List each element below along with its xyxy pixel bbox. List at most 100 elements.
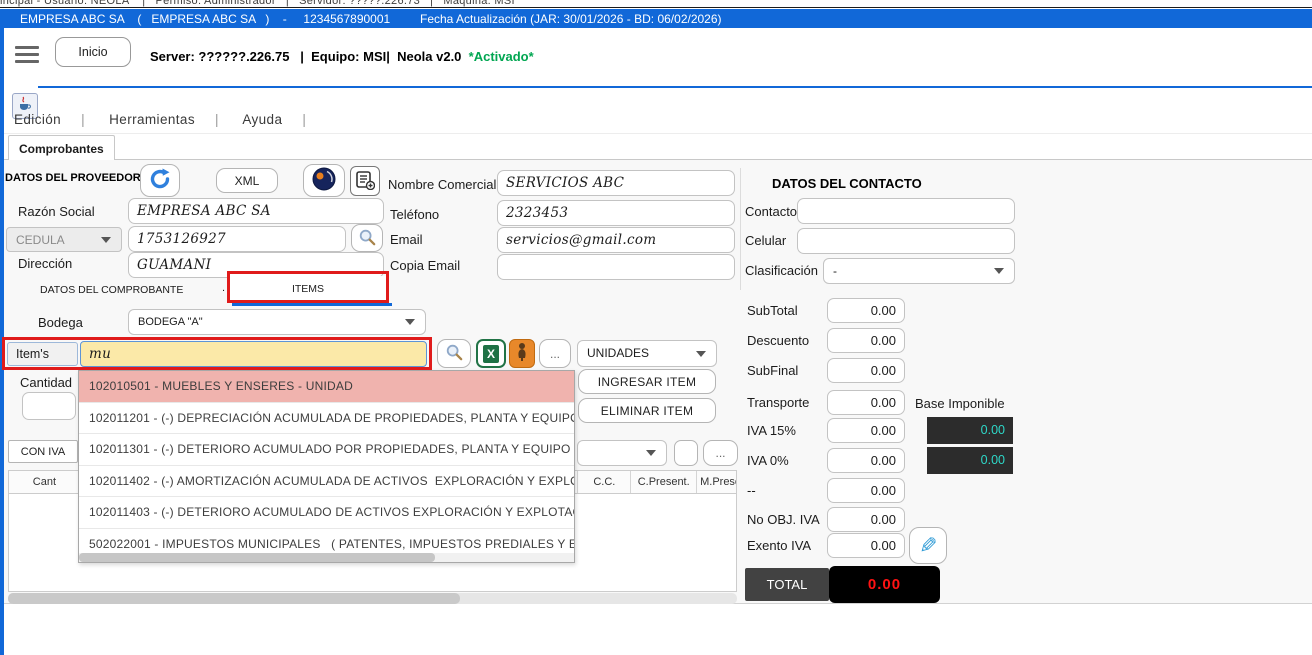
new-form-button[interactable] — [350, 166, 380, 196]
subtotal-label: SubTotal — [747, 298, 798, 323]
server-info-text: Server: ??????.226.75 | Equipo: MSI| Neo… — [150, 49, 469, 64]
suggestion-item[interactable]: 102011201 - (-) DEPRECIACIÓN ACUMULADA D… — [79, 402, 574, 434]
tab-strip: Comprobantes — [4, 133, 1312, 160]
chevron-down-icon — [101, 237, 111, 243]
header-divider — [38, 86, 1312, 88]
base-imponible-iva0: 0.00 — [927, 447, 1013, 474]
excel-icon — [483, 345, 499, 363]
transporte-label: Transporte — [747, 390, 809, 415]
copia-email-label: Copia Email — [390, 258, 460, 273]
cantidad-input[interactable] — [22, 392, 76, 420]
menu-separator: | — [81, 112, 85, 127]
item-more-button[interactable]: ... — [539, 339, 571, 368]
iva15-value[interactable]: 0.00 — [827, 418, 905, 443]
item-search-button[interactable] — [437, 339, 471, 368]
unidades-select[interactable]: UNIDADES — [577, 340, 717, 367]
con-iva-toggle[interactable]: CON IVA — [8, 440, 78, 463]
search-icon — [445, 343, 463, 364]
iva0-value[interactable]: 0.00 — [827, 448, 905, 473]
xml-button[interactable]: XML — [216, 168, 278, 193]
row-more-button[interactable]: ... — [703, 440, 738, 466]
scrollbar-thumb[interactable] — [79, 553, 435, 562]
contacto-field[interactable] — [797, 198, 1015, 224]
razon-social-field[interactable]: EMPRESA ABC SA — [128, 198, 384, 224]
suggestion-item[interactable]: 102011402 - (-) AMORTIZACIÓN ACUMULADA D… — [79, 465, 574, 497]
totals-row: SubTotal 0.00 — [747, 298, 907, 323]
table-horizontal-scrollbar — [8, 593, 737, 604]
row-blank-button[interactable] — [674, 440, 698, 466]
menu-separator: | — [302, 112, 306, 127]
title-update-date: Fecha Actualización (JAR: 30/01/2026 - B… — [420, 12, 722, 26]
nombre-comercial-field[interactable]: SERVICIOS ABC — [497, 170, 735, 196]
items-label: Item's — [7, 342, 78, 366]
globe-button[interactable] — [303, 164, 345, 197]
person-button[interactable] — [509, 339, 535, 368]
base-imponible-iva15: 0.00 — [927, 417, 1013, 444]
dash-row-value[interactable]: 0.00 — [827, 478, 905, 503]
eliminar-item-button[interactable]: ELIMINAR ITEM — [578, 398, 716, 423]
tipo-identificacion-select[interactable]: CEDULA — [6, 227, 122, 252]
subfinal-value[interactable]: 0.00 — [827, 358, 905, 383]
excel-export-button[interactable] — [476, 339, 506, 368]
contacto-label: Contacto — [745, 204, 797, 219]
menu-bar: Edición| Herramientas| Ayuda| — [14, 112, 326, 132]
exento-iva-value[interactable]: 0.00 — [827, 533, 905, 558]
dark-globe-icon — [311, 166, 337, 195]
menu-ayuda[interactable]: Ayuda — [242, 112, 282, 127]
exento-iva-label: Exento IVA — [747, 533, 811, 558]
desktop-status-bar: incipal - Usuario: NEOLA | Permiso: Admi… — [0, 0, 1312, 8]
subfinal-label: SubFinal — [747, 358, 798, 383]
section-divider — [740, 168, 741, 290]
column-header-cc[interactable]: C.C. — [577, 471, 631, 493]
suggestion-item[interactable]: 102011403 - (-) DETERIORO ACUMULADO DE A… — [79, 496, 574, 528]
descuento-value[interactable]: 0.00 — [827, 328, 905, 353]
hamburger-menu-icon[interactable] — [15, 46, 41, 66]
email-field[interactable]: servicios@gmail.com — [497, 227, 735, 253]
scrollbar-thumb[interactable] — [8, 593, 460, 604]
bodega-select[interactable]: BODEGA "A" — [128, 309, 426, 335]
column-header-cant[interactable]: Cant — [9, 471, 81, 493]
razon-social-label: Razón Social — [18, 204, 95, 219]
menu-herramientas[interactable]: Herramientas — [109, 112, 195, 127]
title-company: EMPRESA ABC SA ( EMPRESA ABC SA ) - 1234… — [20, 12, 390, 26]
telefono-field[interactable]: 2323453 — [497, 200, 735, 226]
bodega-label: Bodega — [38, 315, 83, 330]
celular-field[interactable] — [797, 228, 1015, 254]
tab-comprobantes[interactable]: Comprobantes — [8, 135, 115, 162]
suggestion-item[interactable]: 102011301 - (-) DETERIORO ACUMULADO POR … — [79, 433, 574, 465]
totals-row: Descuento0.00 — [747, 328, 907, 353]
edit-exento-button[interactable] — [909, 527, 947, 564]
direccion-field[interactable]: GUAMANI — [128, 252, 384, 278]
subtotal-value[interactable]: 0.00 — [827, 298, 905, 323]
chevron-down-icon — [994, 268, 1004, 274]
iva0-label: IVA 0% — [747, 448, 789, 473]
contacto-section-title: DATOS DEL CONTACTO — [772, 176, 922, 191]
ingresar-item-button[interactable]: INGRESAR ITEM — [578, 369, 716, 394]
window-title-bar: EMPRESA ABC SA ( EMPRESA ABC SA ) - 1234… — [0, 9, 1312, 28]
transporte-value[interactable]: 0.00 — [827, 390, 905, 415]
items-search-input[interactable]: mu — [80, 341, 427, 367]
no-obj-iva-value[interactable]: 0.00 — [827, 507, 905, 532]
suggestion-item[interactable]: 102010501 - MUEBLES Y ENSERES - UNIDAD — [79, 371, 574, 402]
cedula-search-button[interactable] — [351, 224, 383, 252]
no-obj-iva-label: No OBJ. IVA — [747, 507, 820, 532]
total-value: 0.00 — [829, 566, 940, 603]
clasificacion-select[interactable]: - — [823, 258, 1015, 284]
tab-datos-comprobante[interactable]: DATOS DEL COMPROBANTE — [40, 284, 183, 296]
refresh-icon — [148, 167, 172, 194]
totals-row: SubFinal 0.00 — [747, 358, 907, 383]
refresh-button[interactable] — [140, 164, 180, 197]
inicio-button[interactable]: Inicio — [55, 37, 131, 67]
tab-dot: . — [222, 282, 225, 294]
menu-edicion[interactable]: Edición — [14, 112, 61, 127]
copia-email-field[interactable] — [497, 254, 735, 280]
totals-row: --0.00 — [747, 478, 907, 503]
chevron-down-icon — [405, 319, 415, 325]
row-option-select[interactable] — [577, 440, 667, 466]
direccion-label: Dirección — [18, 256, 72, 271]
column-header-mpresent[interactable]: M.Present. — [697, 471, 736, 493]
column-header-cpresent[interactable]: C.Present. — [631, 471, 697, 493]
cedula-field[interactable]: 1753126927 — [128, 226, 346, 252]
tab-items[interactable]: ITEMS — [230, 276, 386, 302]
telefono-label: Teléfono — [390, 207, 439, 222]
